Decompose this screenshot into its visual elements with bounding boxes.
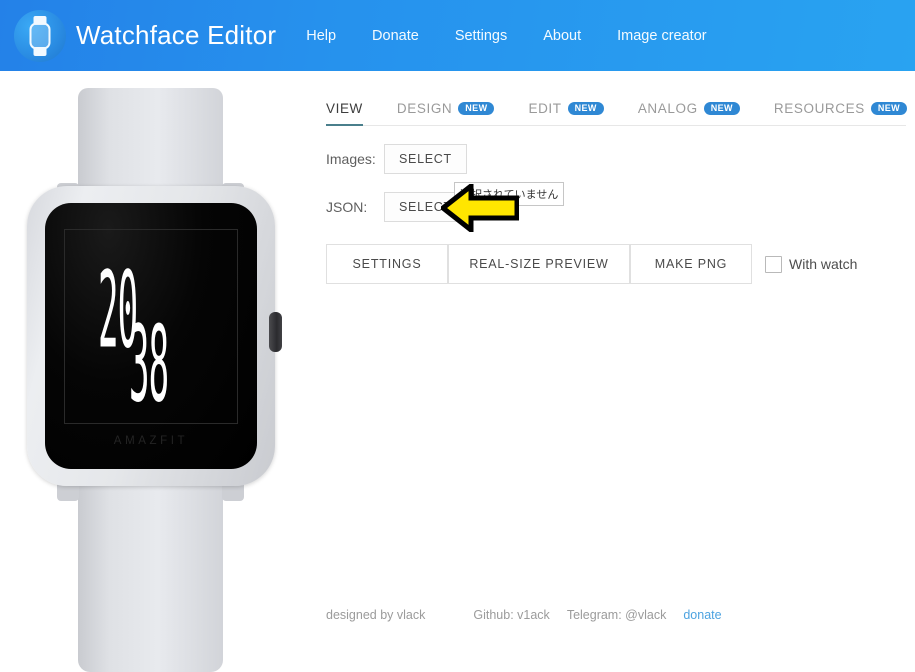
nav-item-about[interactable]: About	[543, 22, 581, 50]
app-header: Watchface Editor Help Donate Settings Ab…	[0, 0, 915, 71]
make-png-button[interactable]: MAKE PNG	[630, 244, 752, 284]
with-watch-checkbox[interactable]	[765, 255, 782, 273]
logo-watch-body	[29, 22, 51, 49]
action-button-row: SETTINGS REAL-SIZE PREVIEW MAKE PNG With…	[326, 244, 906, 284]
watch-case: 20 38 AMAZFIT	[27, 186, 282, 486]
tab-resources-label: RESOURCES	[773, 101, 865, 116]
settings-button[interactable]: SETTINGS	[326, 244, 448, 284]
images-file-row: Images: SELECT	[326, 144, 906, 174]
footer-designed-by: designed by vlack	[326, 608, 426, 622]
app-title: Watchface Editor	[76, 20, 277, 50]
page-footer: designed by vlack Github: v1ack Telegram…	[326, 608, 906, 622]
with-watch-checkbox-group[interactable]: With watch	[765, 255, 858, 273]
json-label: JSON:	[326, 199, 368, 215]
nav-item-donate[interactable]: Donate	[372, 22, 419, 50]
tab-analog-label: ANALOG	[637, 101, 698, 116]
real-size-preview-button[interactable]: REAL-SIZE PREVIEW	[448, 244, 630, 284]
with-watch-label: With watch	[789, 256, 858, 272]
nav-item-image-creator[interactable]: Image creator	[617, 22, 706, 50]
watch-screen[interactable]: 20 38 AMAZFIT	[45, 203, 257, 469]
json-file-status: 選択されていません	[454, 182, 565, 206]
tab-design-label: DESIGN	[396, 101, 453, 116]
tab-view[interactable]: VIEW	[326, 101, 363, 126]
main-nav: Help Donate Settings About Image creator	[306, 22, 706, 50]
tab-resources-new-badge: NEW	[870, 101, 908, 116]
watch-side-button[interactable]	[269, 312, 282, 352]
nav-item-help[interactable]: Help	[306, 22, 336, 50]
tab-view-label: VIEW	[326, 101, 363, 116]
tab-analog-new-badge: NEW	[703, 101, 740, 116]
footer-donate-link[interactable]: donate	[683, 608, 721, 622]
editor-tabs: VIEW DESIGN NEW EDIT NEW ANALOG NEW RESO…	[326, 94, 908, 126]
watchface-digits: 20 38	[45, 203, 257, 469]
images-label: Images:	[326, 151, 376, 167]
tab-edit-new-badge: NEW	[567, 101, 604, 116]
tab-design-new-badge: NEW	[458, 101, 495, 116]
tab-edit[interactable]: EDIT NEW	[528, 101, 604, 126]
tab-resources[interactable]: RESOURCES NEW	[773, 101, 908, 126]
logo-strap-bottom	[33, 46, 47, 56]
footer-github[interactable]: Github: v1ack	[473, 608, 549, 622]
images-select-button[interactable]: SELECT	[384, 144, 467, 174]
tab-analog[interactable]: ANALOG NEW	[638, 101, 740, 126]
nav-item-settings[interactable]: Settings	[455, 22, 507, 50]
device-brand-mark: AMAZFIT	[113, 435, 189, 447]
json-file-row: JSON: SELECT 選択されていません	[326, 182, 906, 222]
tab-design[interactable]: DESIGN NEW	[397, 101, 495, 126]
tab-edit-label: EDIT	[528, 101, 562, 116]
watch-preview: 20 38 AMAZFIT	[0, 80, 310, 672]
editor-panel: VIEW DESIGN NEW EDIT NEW ANALOG NEW RESO…	[326, 94, 908, 284]
watchface-minutes: 38	[129, 303, 169, 427]
watch-logo-icon	[14, 9, 66, 62]
footer-telegram[interactable]: Telegram: @vlack	[567, 608, 667, 622]
